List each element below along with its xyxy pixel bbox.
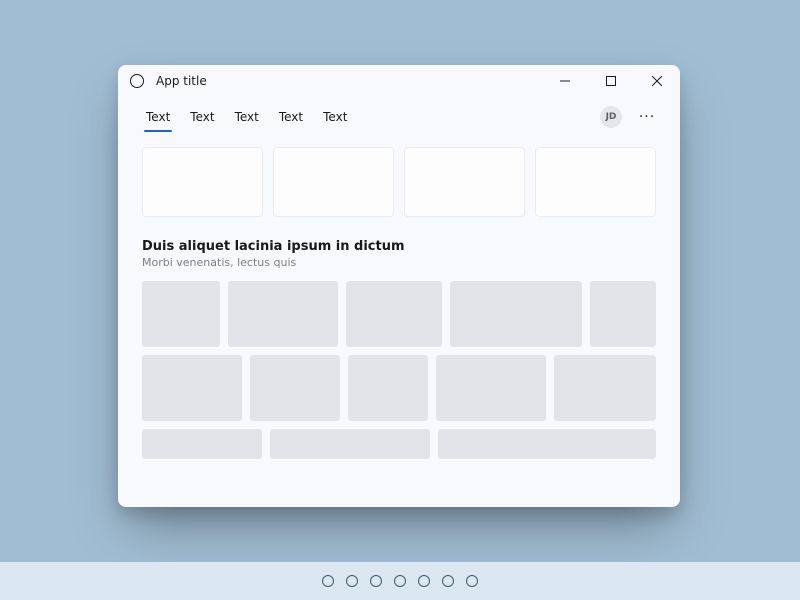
grid-row	[142, 281, 656, 347]
pager-dot[interactable]	[418, 575, 430, 587]
content: Duis aliquet lacinia ipsum in dictum Mor…	[118, 137, 680, 507]
app-icon	[130, 74, 144, 88]
minimize-button[interactable]	[542, 65, 588, 97]
titlebar: App title	[118, 65, 680, 97]
hero-card[interactable]	[535, 147, 656, 217]
grid-tile[interactable]	[554, 355, 656, 421]
tab-label: Text	[323, 110, 347, 124]
grid-row	[142, 355, 656, 421]
tab-label: Text	[146, 110, 170, 124]
minimize-icon	[560, 76, 570, 86]
tab-label: Text	[279, 110, 303, 124]
topbar: Text Text Text Text Text JD ···	[118, 97, 680, 137]
grid-tile[interactable]	[228, 281, 338, 347]
maximize-button[interactable]	[588, 65, 634, 97]
section-subtitle: Morbi venenatis, lectus quis	[142, 256, 656, 269]
hero-card[interactable]	[273, 147, 394, 217]
hero-row	[142, 147, 656, 217]
grid-tile[interactable]	[450, 281, 582, 347]
grid-tile[interactable]	[142, 281, 220, 347]
maximize-icon	[606, 76, 616, 86]
hero-card[interactable]	[142, 147, 263, 217]
close-button[interactable]	[634, 65, 680, 97]
tab-5[interactable]: Text	[313, 104, 357, 130]
pager-dot[interactable]	[322, 575, 334, 587]
tab-4[interactable]: Text	[269, 104, 313, 130]
tab-2[interactable]: Text	[180, 104, 224, 130]
pager-dot[interactable]	[442, 575, 454, 587]
grid-tile[interactable]	[250, 355, 340, 421]
grid-row	[142, 429, 656, 459]
masonry-grid	[142, 281, 656, 459]
tab-3[interactable]: Text	[225, 104, 269, 130]
hero-card[interactable]	[404, 147, 525, 217]
grid-tile[interactable]	[436, 355, 546, 421]
pager-dot[interactable]	[466, 575, 478, 587]
close-icon	[652, 76, 662, 86]
window-title: App title	[156, 74, 207, 88]
grid-tile[interactable]	[142, 429, 262, 459]
tab-label: Text	[190, 110, 214, 124]
pager-dot[interactable]	[346, 575, 358, 587]
grid-tile[interactable]	[142, 355, 242, 421]
tab-1[interactable]: Text	[136, 104, 180, 130]
pager-dot[interactable]	[394, 575, 406, 587]
grid-tile[interactable]	[348, 355, 428, 421]
grid-tile[interactable]	[346, 281, 442, 347]
more-icon: ···	[639, 109, 655, 125]
avatar[interactable]: JD	[600, 106, 622, 128]
grid-tile[interactable]	[270, 429, 430, 459]
section-title: Duis aliquet lacinia ipsum in dictum	[142, 239, 656, 254]
pager-dot[interactable]	[370, 575, 382, 587]
avatar-initials: JD	[606, 112, 617, 122]
tab-strip: Text Text Text Text Text	[136, 104, 357, 130]
grid-tile[interactable]	[438, 429, 656, 459]
app-window: App title Text Text Text Text Text JD ··…	[118, 65, 680, 507]
tab-label: Text	[235, 110, 259, 124]
grid-tile[interactable]	[590, 281, 656, 347]
pager-strip	[0, 562, 800, 600]
more-button[interactable]: ···	[632, 102, 662, 132]
